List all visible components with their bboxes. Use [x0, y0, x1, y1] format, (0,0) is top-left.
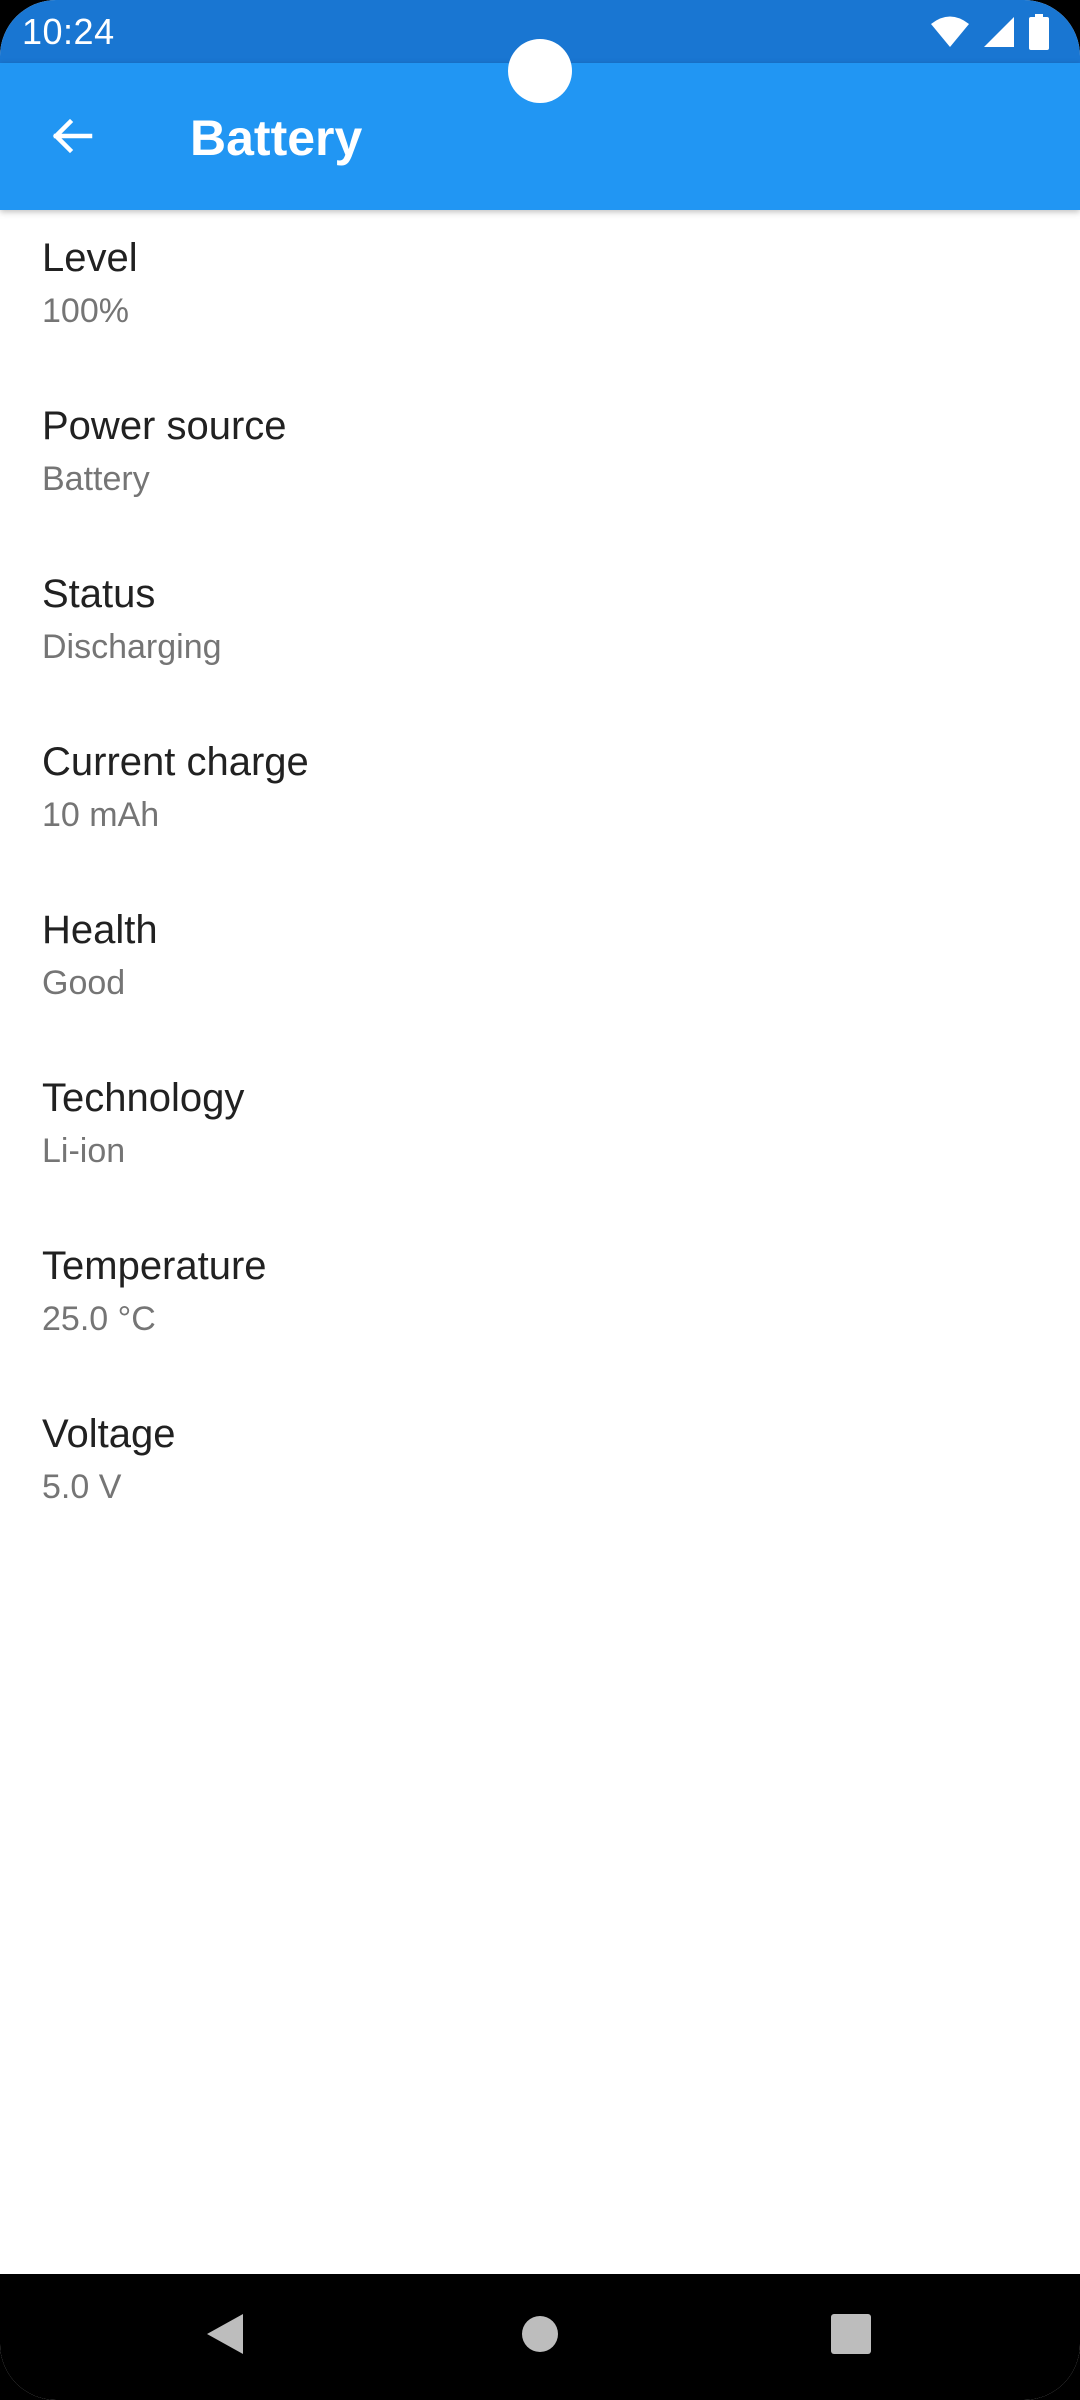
info-value: Battery — [42, 460, 150, 498]
page-title: Battery — [190, 110, 363, 166]
screen: 10:24 Battery Level 100% Power source Ba… — [0, 0, 1080, 2400]
info-value: Good — [42, 964, 126, 1002]
arrow-back-icon — [48, 112, 96, 165]
info-label: Status — [42, 572, 156, 616]
info-item-current-charge: Current charge 10 mAh — [0, 714, 1080, 882]
camera-cutout — [508, 39, 572, 103]
info-value: 10 mAh — [42, 796, 160, 834]
back-triangle-icon — [203, 2310, 247, 2363]
info-item-health: Health Good — [0, 882, 1080, 1050]
info-label: Technology — [42, 1076, 245, 1120]
status-icons — [930, 12, 1050, 52]
info-label: Temperature — [42, 1244, 267, 1288]
info-value: Li-ion — [42, 1132, 126, 1170]
wifi-icon — [930, 15, 970, 49]
navigation-bar — [0, 2274, 1080, 2400]
info-item-status: Status Discharging — [0, 546, 1080, 714]
info-value: 5.0 V — [42, 1468, 122, 1506]
nav-home-button[interactable] — [495, 2294, 585, 2378]
status-time: 10:24 — [22, 11, 115, 52]
info-label: Level — [42, 236, 138, 280]
info-value: 100% — [42, 292, 129, 330]
info-value: 25.0 °C — [42, 1300, 156, 1338]
info-value: Discharging — [42, 628, 222, 666]
info-item-level: Level 100% — [0, 210, 1080, 378]
home-circle-icon — [520, 2314, 560, 2359]
info-item-temperature: Temperature 25.0 °C — [0, 1218, 1080, 1386]
info-label: Power source — [42, 404, 287, 448]
back-button[interactable] — [30, 96, 114, 180]
recents-square-icon — [830, 2313, 872, 2360]
nav-recents-button[interactable] — [806, 2294, 896, 2378]
battery-info-list: Level 100% Power source Battery Status D… — [0, 210, 1080, 1554]
info-item-power-source: Power source Battery — [0, 378, 1080, 546]
signal-icon — [982, 15, 1016, 49]
info-label: Voltage — [42, 1412, 176, 1456]
info-item-technology: Technology Li-ion — [0, 1050, 1080, 1218]
nav-back-button[interactable] — [180, 2294, 270, 2378]
info-label: Health — [42, 908, 158, 952]
info-label: Current charge — [42, 740, 309, 784]
battery-icon — [1028, 14, 1050, 50]
info-item-voltage: Voltage 5.0 V — [0, 1386, 1080, 1554]
